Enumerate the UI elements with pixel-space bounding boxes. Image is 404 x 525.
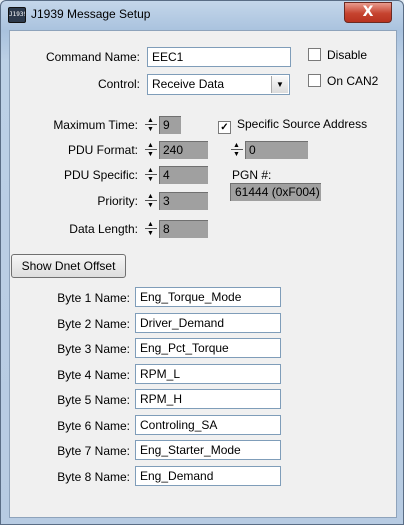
source-address-value[interactable]: 0 [245, 141, 308, 159]
show-dnet-offset-button[interactable]: Show Dnet Offset [11, 254, 126, 278]
byte-name-input[interactable]: Driver_Demand [135, 312, 281, 333]
chevron-down-icon[interactable]: ▼ [271, 76, 288, 93]
priority-value[interactable]: 3 [159, 192, 208, 210]
spinner-arrows-icon[interactable]: ▲ ▼ [144, 141, 157, 159]
app-icon: J1939 [8, 7, 26, 23]
source-address-spinner[interactable]: ▲ ▼ 0 [230, 141, 308, 159]
dialog-window: J1939 J1939 Message Setup X Command Name… [0, 0, 404, 525]
disable-checkbox-box[interactable] [308, 48, 321, 61]
on-can2-checkbox[interactable]: On CAN2 [308, 74, 378, 88]
byte-name-label: Byte 5 Name: [57, 393, 130, 407]
control-selected-value: Receive Data [152, 77, 225, 91]
byte-name-label: Byte 3 Name: [57, 342, 130, 356]
byte-name-input[interactable]: Eng_Starter_Mode [135, 440, 281, 460]
spinner-arrows-icon[interactable]: ▲ ▼ [230, 141, 243, 159]
spinner-arrows-icon[interactable]: ▲ ▼ [144, 116, 157, 134]
pdu-specific-label: PDU Specific: [63, 168, 138, 182]
byte-name-input[interactable]: Eng_Demand [135, 465, 281, 486]
maximum-time-label: Maximum Time: [53, 118, 138, 132]
spinner-arrows-icon[interactable]: ▲ ▼ [144, 192, 157, 210]
on-can2-label: On CAN2 [327, 74, 379, 88]
pdu-format-value[interactable]: 240 [159, 141, 208, 159]
data-length-spinner[interactable]: ▲ ▼ 8 [144, 220, 208, 238]
maximum-time-spinner[interactable]: ▲ ▼ 9 [144, 116, 181, 134]
command-name-input[interactable]: EEC1 [147, 47, 291, 67]
dialog-client-area: Command Name: EEC1 Disable Control: Rece… [9, 30, 397, 518]
spinner-arrows-icon[interactable]: ▲ ▼ [144, 166, 157, 184]
byte-name-label: Byte 1 Name: [57, 291, 130, 305]
control-label: Control: [97, 77, 140, 91]
byte-name-label: Byte 8 Name: [57, 469, 130, 484]
byte-name-input[interactable]: RPM_H [135, 389, 281, 409]
on-can2-checkbox-box[interactable] [308, 74, 321, 87]
data-length-label: Data Length: [69, 222, 138, 236]
spinner-arrows-icon[interactable]: ▲ ▼ [144, 220, 157, 238]
close-button[interactable]: X [344, 2, 392, 23]
byte-name-input[interactable]: Eng_Torque_Mode [135, 287, 281, 307]
byte-name-label: Byte 4 Name: [57, 367, 130, 382]
maximum-time-value[interactable]: 9 [159, 116, 181, 134]
disable-checkbox[interactable]: Disable [308, 48, 367, 62]
priority-label: Priority: [97, 194, 138, 208]
window-title: J1939 Message Setup [31, 7, 151, 21]
byte-name-input[interactable]: Controling_SA [135, 414, 281, 435]
pdu-specific-value[interactable]: 4 [159, 166, 208, 184]
command-name-label: Command Name: [45, 50, 140, 64]
disable-label: Disable [327, 48, 368, 62]
pdu-format-label: PDU Format: [67, 143, 138, 157]
pgn-label: PGN #: [232, 168, 272, 182]
pgn-value: 61444 (0xF004) [230, 183, 321, 201]
specific-source-address-label: Specific Source Address [237, 117, 368, 131]
pdu-format-spinner[interactable]: ▲ ▼ 240 [144, 141, 208, 159]
priority-spinner[interactable]: ▲ ▼ 3 [144, 192, 208, 210]
pdu-specific-spinner[interactable]: ▲ ▼ 4 [144, 166, 208, 184]
specific-source-address-checkbox[interactable]: ✓ Specific Source Address [218, 117, 367, 134]
check-mark-icon[interactable]: ✓ [218, 121, 231, 134]
byte-name-label: Byte 6 Name: [57, 418, 130, 433]
data-length-value[interactable]: 8 [159, 220, 208, 238]
title-bar[interactable]: J1939 J1939 Message Setup X [1, 1, 403, 31]
control-dropdown[interactable]: Receive Data ▼ [147, 74, 290, 95]
byte-name-input[interactable]: Eng_Pct_Torque [135, 338, 281, 358]
byte-name-label: Byte 2 Name: [57, 316, 130, 331]
byte-name-label: Byte 7 Name: [57, 444, 130, 458]
byte-name-input[interactable]: RPM_L [135, 363, 281, 384]
